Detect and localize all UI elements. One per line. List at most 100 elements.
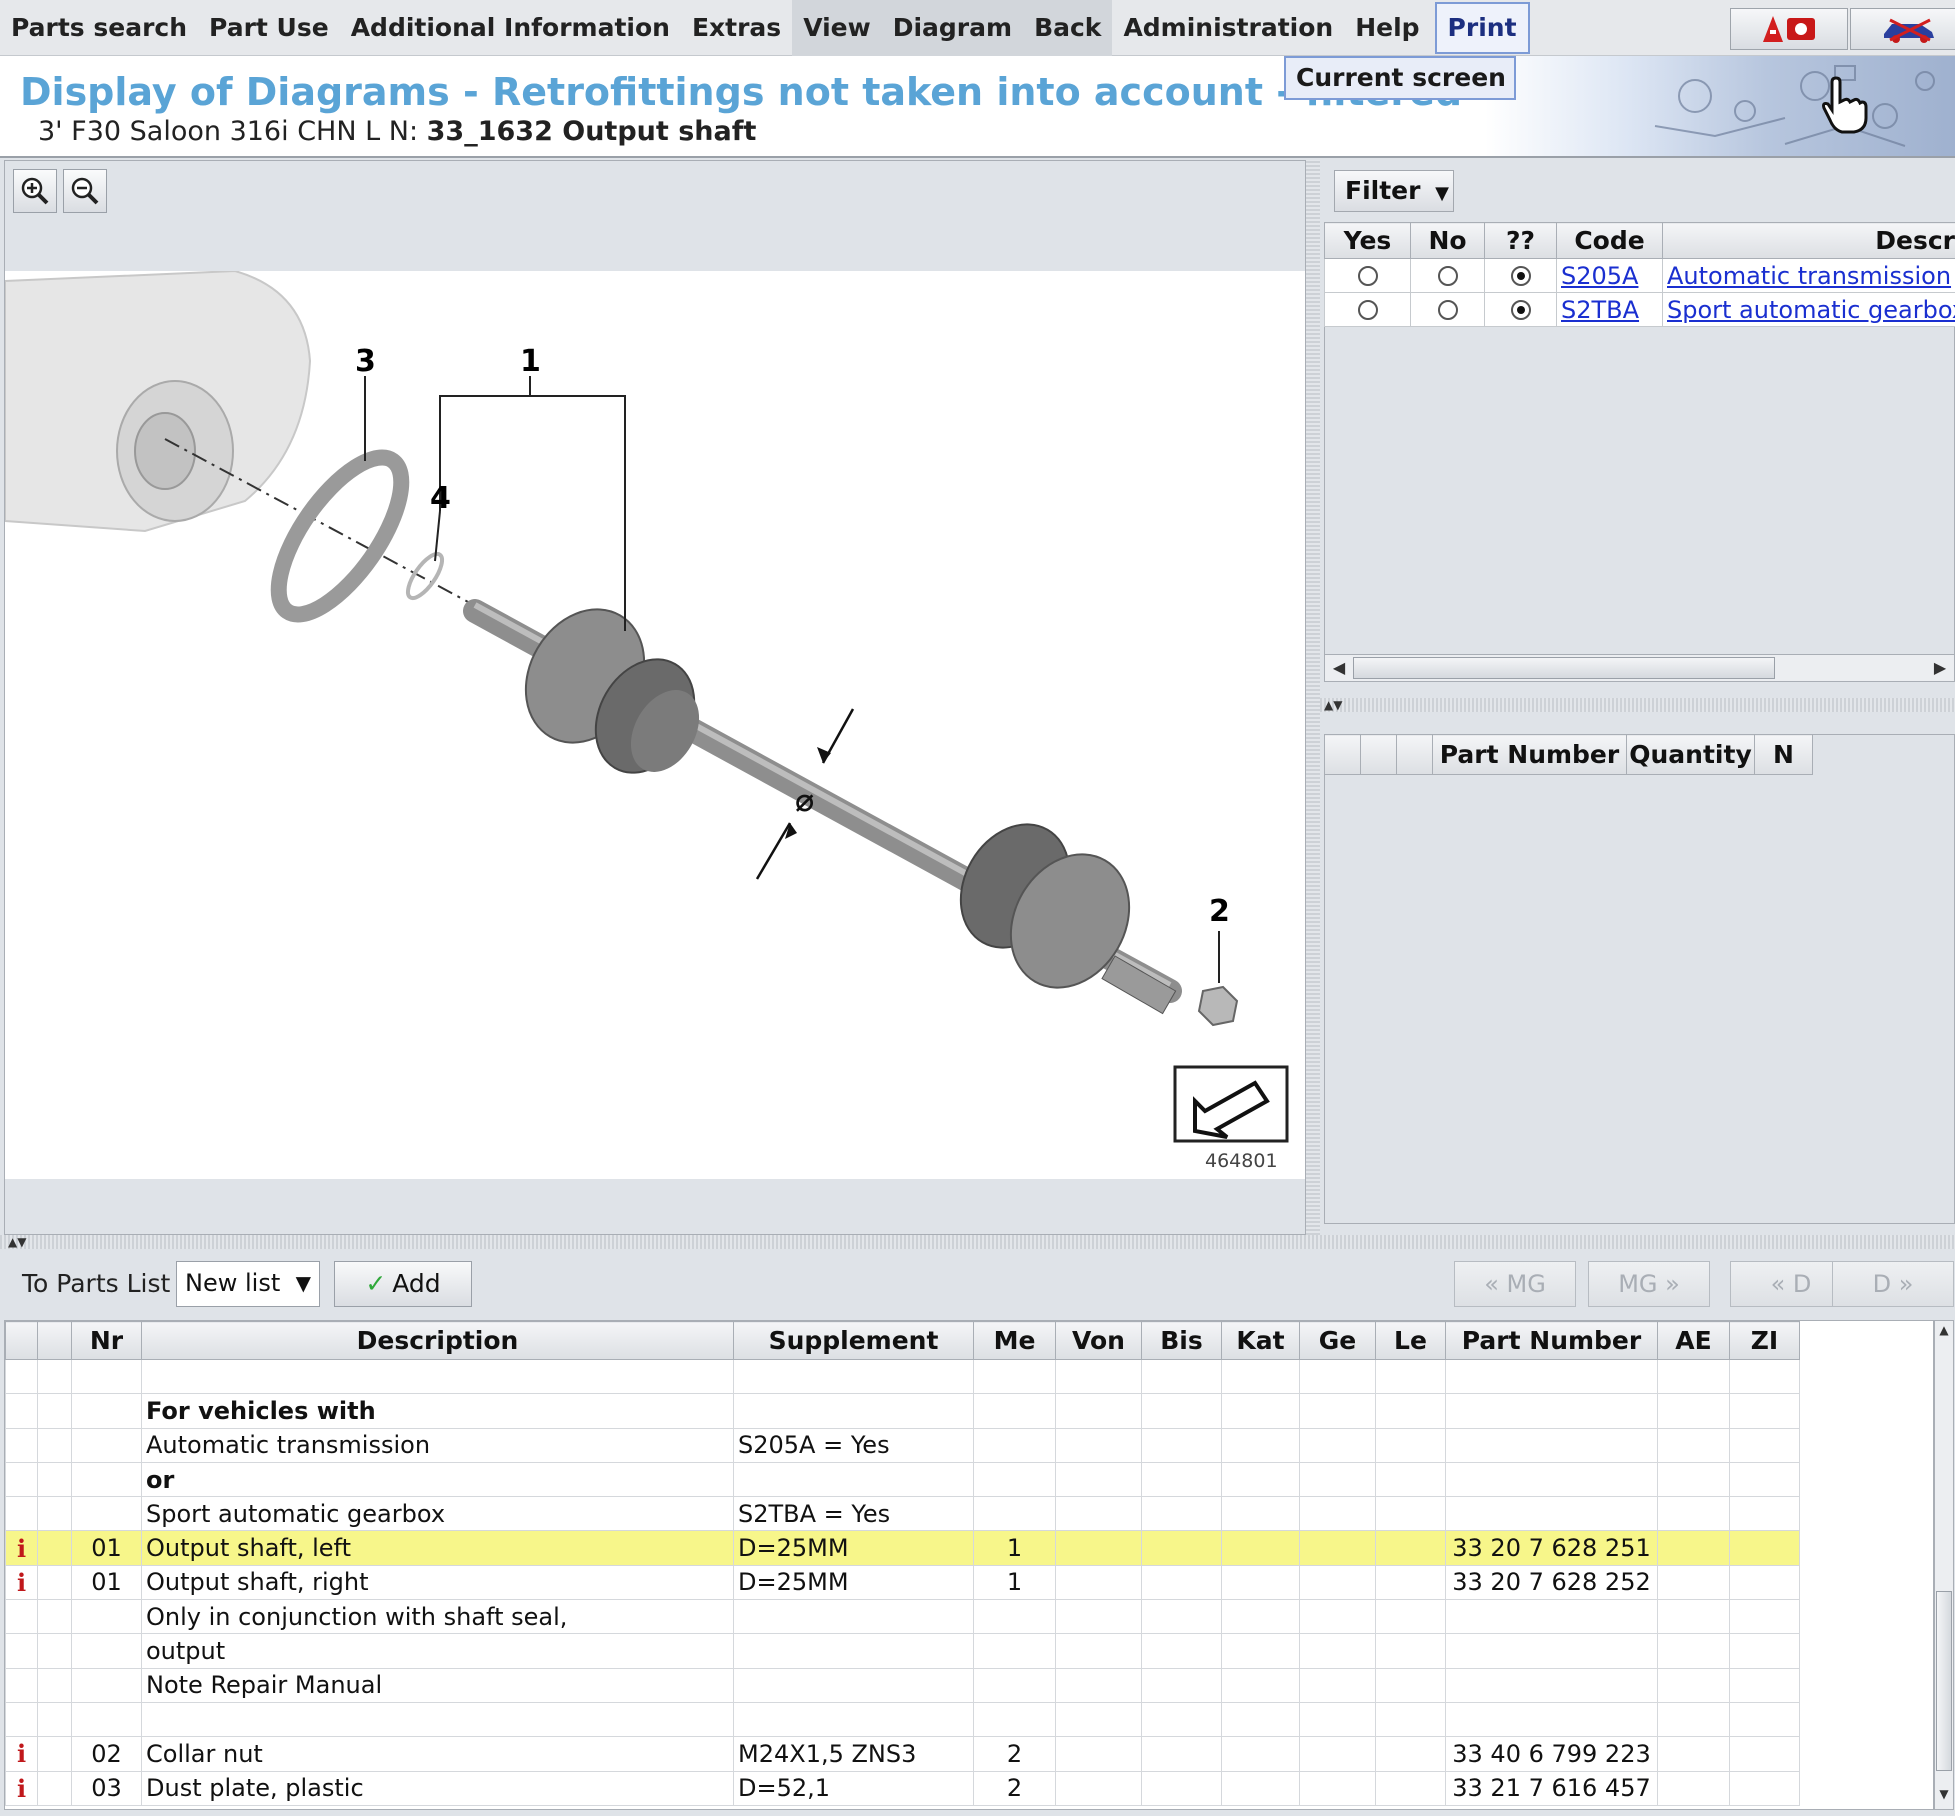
parts-col-description[interactable]: Description bbox=[141, 1321, 734, 1360]
table-row[interactable]: Automatic transmission S205A = Yes bbox=[5, 1427, 1800, 1463]
radio-no[interactable] bbox=[1437, 299, 1458, 320]
next-mg-button[interactable]: MG » bbox=[1588, 1261, 1710, 1307]
info-cell bbox=[5, 1496, 38, 1532]
menu-help[interactable]: Help bbox=[1344, 0, 1430, 56]
parts-list-select[interactable]: New list ▼ bbox=[176, 1261, 320, 1307]
parts-vscrollbar[interactable]: ▲ ▼ bbox=[1934, 1320, 1954, 1810]
table-row[interactable]: i 01 Output shaft, right D=25MM 1 33 20 7 628… bbox=[5, 1564, 1800, 1601]
parts-col-ge[interactable]: Ge bbox=[1299, 1321, 1376, 1360]
supplement-cell bbox=[733, 1633, 974, 1669]
print-current-screen-item[interactable]: Current screen bbox=[1284, 56, 1516, 100]
info-icon[interactable]: i bbox=[17, 1739, 26, 1768]
menu-view[interactable]: View bbox=[792, 0, 882, 56]
code-description-link[interactable]: Automatic transmission bbox=[1662, 258, 1955, 293]
table-row[interactable] bbox=[5, 1358, 1800, 1395]
parts-col-zi[interactable]: ZI bbox=[1729, 1321, 1800, 1360]
menu-parts-search[interactable]: Parts search bbox=[0, 0, 198, 56]
table-row[interactable]: For vehicles with bbox=[5, 1393, 1800, 1429]
pn-col-quantity[interactable]: Quantity bbox=[1626, 734, 1755, 775]
table-row[interactable] bbox=[5, 1701, 1800, 1738]
toolbar-button-car[interactable] bbox=[1850, 8, 1955, 50]
parts-col-kat[interactable]: Kat bbox=[1221, 1321, 1300, 1360]
scroll-thumb[interactable] bbox=[1353, 657, 1775, 679]
toolbar-button-a[interactable] bbox=[1730, 8, 1848, 50]
code-link[interactable]: S205A bbox=[1556, 258, 1663, 293]
parts-col-me[interactable]: Me bbox=[973, 1321, 1056, 1360]
scroll-left-icon[interactable]: ◀ bbox=[1327, 657, 1351, 679]
table-row[interactable]: Note Repair Manual bbox=[5, 1667, 1800, 1703]
info-icon[interactable]: i bbox=[17, 1774, 26, 1803]
description-cell: Dust plate, plastic bbox=[141, 1770, 734, 1806]
parts-table: Nr Description Supplement Me Von Bis Kat… bbox=[5, 1321, 1800, 1806]
prev-mg-button[interactable]: « MG bbox=[1454, 1261, 1576, 1307]
vertical-splitter[interactable] bbox=[1306, 160, 1320, 1235]
filter-panel: Filter ▼ Yes No ?? Code Descr S205A Autom… bbox=[1320, 160, 1955, 1235]
parts-col-supplement[interactable]: Supplement bbox=[733, 1321, 974, 1360]
table-row[interactable]: Only in conjunction with shaft seal, bbox=[5, 1599, 1800, 1635]
menu-administration[interactable]: Administration bbox=[1112, 0, 1344, 56]
next-d-button[interactable]: D » bbox=[1832, 1261, 1954, 1307]
col-code[interactable]: Code bbox=[1556, 222, 1663, 259]
kat-cell bbox=[1221, 1393, 1300, 1429]
parts-col-le[interactable]: Le bbox=[1375, 1321, 1446, 1360]
zoom-out-button[interactable] bbox=[63, 169, 107, 213]
pn-col-part-number[interactable]: Part Number bbox=[1432, 734, 1627, 775]
codes-hscrollbar[interactable]: ◀ ▶ bbox=[1324, 654, 1955, 682]
me-cell bbox=[973, 1358, 1056, 1395]
von-cell bbox=[1055, 1633, 1142, 1669]
table-row[interactable]: output bbox=[5, 1633, 1800, 1669]
col-yes[interactable]: Yes bbox=[1324, 222, 1411, 259]
check-icon: ✓ bbox=[365, 1269, 387, 1298]
output-shaft-diagram: ⌀ 3 1 4 2 464801 bbox=[4, 269, 1289, 1172]
radio-unknown[interactable] bbox=[1510, 265, 1531, 286]
info-cell bbox=[5, 1667, 38, 1703]
filter-button[interactable]: Filter ▼ bbox=[1334, 170, 1454, 212]
diagram-canvas[interactable]: ⌀ 3 1 4 2 464801 bbox=[4, 269, 1305, 1179]
part-number-area bbox=[1324, 734, 1955, 1224]
chevron-down-icon: ▼ bbox=[1435, 183, 1450, 204]
info-icon[interactable]: i bbox=[17, 1534, 26, 1563]
parts-scroll-thumb[interactable] bbox=[1936, 1591, 1952, 1771]
menu-back[interactable]: Back bbox=[1023, 0, 1113, 56]
scroll-down-icon[interactable]: ▼ bbox=[1935, 1787, 1953, 1807]
code-description-link[interactable]: Sport automatic gearbox bbox=[1662, 292, 1955, 327]
radio-no[interactable] bbox=[1437, 265, 1458, 286]
table-row[interactable]: i 03 Dust plate, plastic D=52,1 2 33 21 7 616… bbox=[5, 1770, 1800, 1806]
info-icon[interactable]: i bbox=[17, 1568, 26, 1597]
table-row[interactable]: Sport automatic gearbox S2TBA = Yes bbox=[5, 1496, 1800, 1532]
add-button[interactable]: ✓ Add bbox=[334, 1261, 472, 1307]
parts-col-bis[interactable]: Bis bbox=[1141, 1321, 1222, 1360]
radio-unknown[interactable] bbox=[1510, 299, 1531, 320]
col-description[interactable]: Descr bbox=[1662, 222, 1955, 259]
parts-col-part-number[interactable]: Part Number bbox=[1445, 1321, 1658, 1360]
col-unknown[interactable]: ?? bbox=[1484, 222, 1557, 259]
scroll-up-icon[interactable]: ▲ bbox=[1935, 1323, 1953, 1343]
pn-col-n[interactable]: N bbox=[1754, 734, 1813, 775]
code-link[interactable]: S2TBA bbox=[1556, 292, 1663, 327]
to-parts-list-label: To Parts List bbox=[22, 1269, 171, 1298]
menu-additional-information[interactable]: Additional Information bbox=[340, 0, 681, 56]
menu-diagram[interactable]: Diagram bbox=[881, 0, 1024, 56]
car-icon bbox=[1884, 18, 1934, 43]
ge-cell bbox=[1299, 1496, 1376, 1532]
menu-print[interactable]: Print bbox=[1434, 1, 1530, 54]
main-horizontal-splitter[interactable]: ▲▼ bbox=[0, 1235, 1955, 1249]
parts-col-von[interactable]: Von bbox=[1055, 1321, 1142, 1360]
menu-extras[interactable]: Extras bbox=[681, 0, 792, 56]
parts-col-ae[interactable]: AE bbox=[1657, 1321, 1730, 1360]
menu-part-use[interactable]: Part Use bbox=[198, 0, 340, 56]
radio-yes[interactable] bbox=[1357, 265, 1378, 286]
le-cell bbox=[1375, 1599, 1446, 1635]
right-horizontal-splitter[interactable]: ▲▼ bbox=[1320, 698, 1955, 712]
von-cell bbox=[1055, 1736, 1142, 1772]
radio-yes[interactable] bbox=[1357, 299, 1378, 320]
le-cell bbox=[1375, 1358, 1446, 1395]
table-row[interactable]: i 01 Output shaft, left D=25MM 1 33 20 7 628 … bbox=[5, 1530, 1800, 1566]
table-row[interactable]: i 02 Collar nut M24X1,5 ZNS3 2 33 40 6 799 22… bbox=[5, 1736, 1800, 1772]
zoom-in-button[interactable] bbox=[13, 169, 57, 213]
pn-col-1 bbox=[1324, 734, 1361, 775]
scroll-right-icon[interactable]: ▶ bbox=[1928, 657, 1952, 679]
table-row[interactable]: or bbox=[5, 1461, 1800, 1498]
col-no[interactable]: No bbox=[1410, 222, 1485, 259]
parts-col-nr[interactable]: Nr bbox=[71, 1321, 142, 1360]
